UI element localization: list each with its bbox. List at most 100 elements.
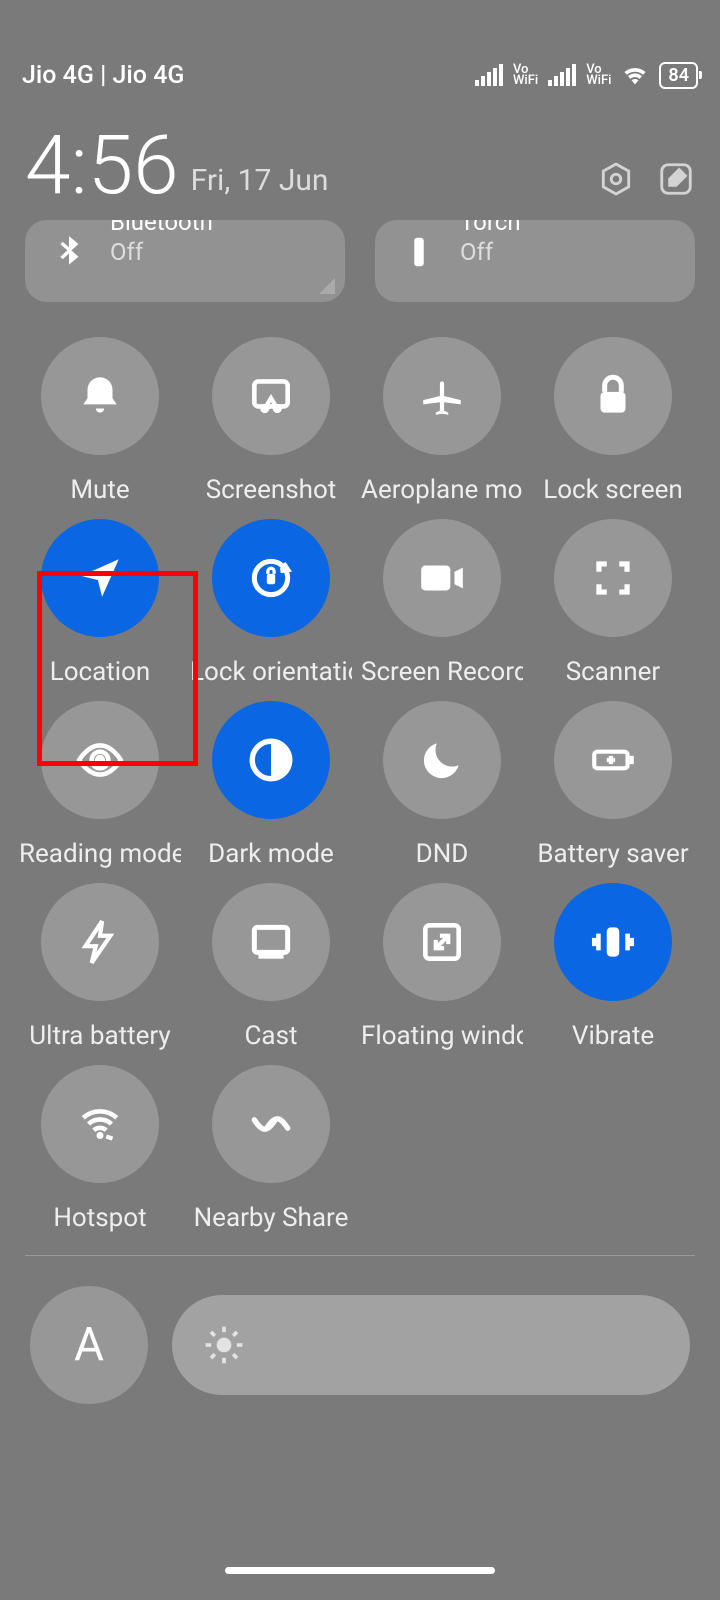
bluetooth-tile[interactable]: Bluetooth Off — [25, 220, 345, 302]
tile-reading-mode[interactable]: Reading mode — [20, 701, 180, 869]
scanner-icon — [588, 553, 638, 603]
tile-label: Scanner — [566, 657, 661, 687]
tile-label: Screen Recorder — [361, 657, 523, 687]
tile-label: Screenshot — [206, 475, 337, 505]
nearby-icon — [246, 1099, 296, 1149]
wide-tiles-row: Bluetooth Off Torch Off — [0, 220, 720, 317]
bluetooth-sub: Off — [110, 238, 213, 266]
status-bar: Jio 4G | Jio 4G VoWiFi VoWiFi 84 — [0, 0, 720, 130]
screenshot-icon — [246, 371, 296, 421]
darkmode-icon — [246, 735, 296, 785]
tile-label: Location — [50, 657, 151, 687]
lockorient-icon — [246, 553, 296, 603]
tile-circle[interactable] — [41, 701, 159, 819]
battery-indicator: 84 — [659, 62, 698, 89]
nav-handle[interactable] — [225, 1567, 495, 1574]
tile-screenshot[interactable]: Screenshot — [191, 337, 351, 505]
tile-circle[interactable] — [554, 519, 672, 637]
tile-circle[interactable] — [383, 519, 501, 637]
tile-circle[interactable] — [41, 519, 159, 637]
tile-label: Mute — [70, 475, 129, 505]
plane-icon — [417, 371, 467, 421]
tile-circle[interactable] — [41, 883, 159, 1001]
tile-circle[interactable] — [212, 519, 330, 637]
tile-label: Battery saver — [537, 839, 688, 869]
tile-nearby-share[interactable]: Nearby Share — [191, 1065, 351, 1233]
torch-tile[interactable]: Torch Off — [375, 220, 695, 302]
tile-circle[interactable] — [554, 337, 672, 455]
tile-circle[interactable] — [212, 701, 330, 819]
tile-battery-saver[interactable]: Battery saver — [533, 701, 693, 869]
eye-icon — [75, 735, 125, 785]
tile-label: Lock orientation — [190, 657, 352, 687]
bluetooth-title: Bluetooth — [110, 220, 213, 236]
floating-icon — [417, 917, 467, 967]
settings-icon[interactable] — [597, 160, 635, 198]
tile-label: DND — [416, 839, 469, 869]
tile-vibrate[interactable]: Vibrate — [533, 883, 693, 1051]
tile-dnd[interactable]: DND — [362, 701, 522, 869]
tile-circle[interactable] — [383, 701, 501, 819]
torch-icon — [400, 233, 438, 271]
clock-row: 4:56 Fri, 17 Jun — [0, 130, 720, 214]
tile-circle[interactable] — [212, 883, 330, 1001]
clock-time: 4:56 — [25, 130, 179, 204]
tile-label: Floating window — [361, 1021, 523, 1051]
vowifi1-label: VoWiFi — [513, 64, 538, 86]
tile-circle[interactable] — [41, 337, 159, 455]
auto-brightness-button[interactable]: A — [30, 1286, 148, 1404]
auto-brightness-label: A — [74, 1318, 104, 1372]
vibrate-icon — [588, 917, 638, 967]
tile-location[interactable]: Location — [20, 519, 180, 687]
torch-sub: Off — [460, 238, 521, 266]
tile-circle[interactable] — [383, 883, 501, 1001]
batteryplus-icon — [588, 735, 638, 785]
tile-dark-mode[interactable]: Dark mode — [191, 701, 351, 869]
tile-cast[interactable]: Cast — [191, 883, 351, 1051]
tile-screen-recorder[interactable]: Screen Recorder — [362, 519, 522, 687]
tile-floating-window[interactable]: Floating window — [362, 883, 522, 1051]
status-right: VoWiFi VoWiFi 84 — [475, 61, 698, 89]
lock-icon — [588, 371, 638, 421]
tile-circle[interactable] — [554, 883, 672, 1001]
tile-scanner[interactable]: Scanner — [533, 519, 693, 687]
torch-title: Torch — [460, 220, 521, 236]
brightness-slider[interactable] — [172, 1295, 690, 1395]
tile-ultra-battery[interactable]: Ultra battery — [20, 883, 180, 1051]
expand-corner-icon — [319, 278, 335, 294]
tile-circle[interactable] — [41, 1065, 159, 1183]
edit-icon[interactable] — [657, 160, 695, 198]
tile-hotspot[interactable]: Hotspot — [20, 1065, 180, 1233]
signal1-icon — [475, 64, 503, 86]
vowifi2-label: VoWiFi — [586, 64, 611, 86]
tile-aeroplane-mode[interactable]: Aeroplane mode — [362, 337, 522, 505]
tile-label: Nearby Share — [194, 1203, 349, 1233]
bottom-row: A — [0, 1256, 720, 1404]
signal2-icon — [548, 64, 576, 86]
tile-label: Hotspot — [53, 1203, 146, 1233]
tile-circle[interactable] — [554, 701, 672, 819]
tiles-grid: Mute Screenshot Aeroplane mode Lock screen L… — [0, 317, 720, 1233]
tile-label: Vibrate — [572, 1021, 654, 1051]
bell-icon — [75, 371, 125, 421]
tile-circle[interactable] — [383, 337, 501, 455]
tile-lock-orientation[interactable]: Lock orientation — [191, 519, 351, 687]
clock-date: Fri, 17 Jun — [191, 163, 329, 198]
tile-label: Lock screen — [543, 475, 683, 505]
wifi-icon — [621, 61, 649, 89]
moon-icon — [417, 735, 467, 785]
bolt-icon — [75, 917, 125, 967]
tile-label: Cast — [245, 1021, 298, 1051]
tile-lock-screen[interactable]: Lock screen — [533, 337, 693, 505]
tile-label: Aeroplane mode — [361, 475, 523, 505]
carrier-text: Jio 4G | Jio 4G — [22, 61, 184, 90]
tile-label: Dark mode — [208, 839, 334, 869]
tile-circle[interactable] — [212, 337, 330, 455]
cast-icon — [246, 917, 296, 967]
brightness-icon — [202, 1323, 246, 1367]
tile-mute[interactable]: Mute — [20, 337, 180, 505]
tile-circle[interactable] — [212, 1065, 330, 1183]
location-icon — [75, 553, 125, 603]
bluetooth-icon — [50, 233, 88, 271]
camera-icon — [417, 553, 467, 603]
